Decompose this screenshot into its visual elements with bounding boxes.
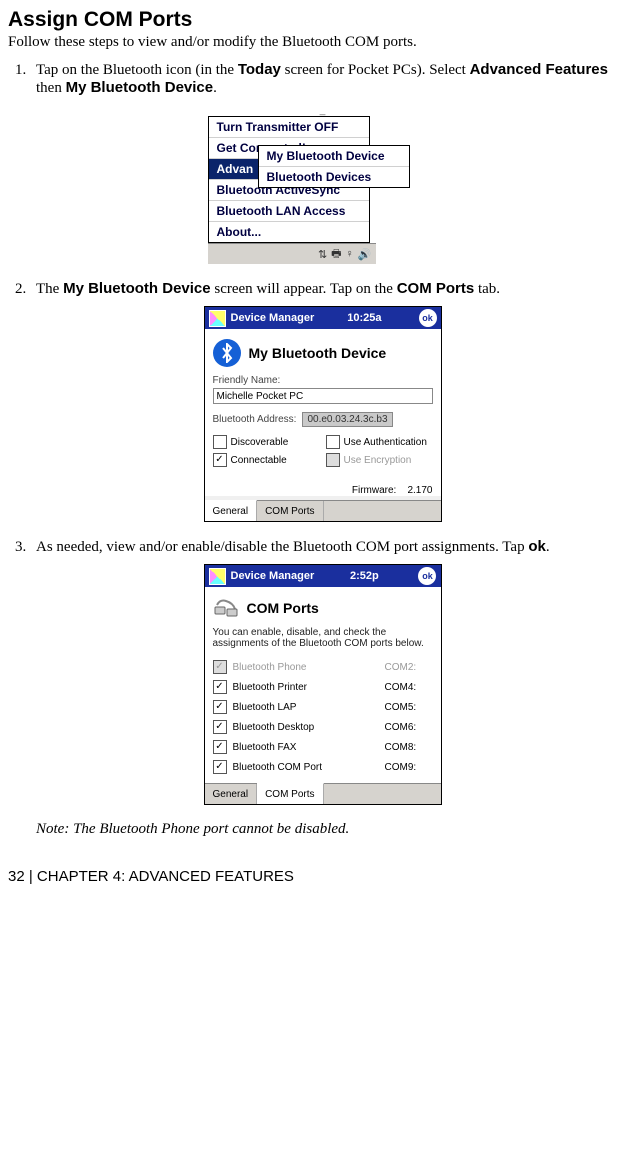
submenu-bt-devices[interactable]: Bluetooth Devices	[259, 167, 409, 187]
window-title: Device Manager	[231, 312, 315, 324]
step1-frag: screen for Pocket PCs). Select	[281, 62, 470, 78]
serial-port-icon	[213, 597, 239, 619]
com-port-checkbox[interactable]: ✓	[213, 760, 227, 774]
step2-frag: screen will appear. Tap on the	[211, 281, 397, 297]
start-icon[interactable]	[209, 310, 226, 327]
com-port-row: ✓ Bluetooth LAP COM5:	[213, 697, 433, 717]
step-3: As needed, view and/or enable/disable th…	[30, 538, 609, 805]
connectable-checkbox[interactable]: ✓	[213, 453, 227, 467]
use-auth-label: Use Authentication	[344, 437, 427, 448]
step1-advanced: Advanced Features	[470, 61, 608, 78]
panel-description: You can enable, disable, and check the a…	[213, 627, 433, 649]
ok-button[interactable]: ok	[419, 309, 437, 327]
bluetooth-icon	[213, 339, 241, 367]
tray-icon: ♀	[346, 248, 354, 260]
menu-item-lan-access[interactable]: Bluetooth LAN Access	[209, 201, 369, 222]
fig2-device-manager: Device Manager 10:25a ok My Bluetooth De…	[204, 306, 442, 522]
com-port-value: COM5:	[385, 702, 433, 713]
intro-text: Follow these steps to view and/or modify…	[8, 34, 609, 51]
com-port-checkbox[interactable]: ✓	[213, 680, 227, 694]
panel-header: My Bluetooth Device	[249, 345, 387, 361]
com-port-label: Bluetooth Desktop	[233, 722, 379, 733]
com-port-checkbox[interactable]: ✓	[213, 740, 227, 754]
connectable-label: Connectable	[231, 455, 287, 466]
clock: 10:25a	[347, 312, 381, 324]
step1-today: Today	[238, 61, 281, 78]
window-title: Device Manager	[231, 570, 315, 582]
page-footer: 32 | CHAPTER 4: ADVANCED FEATURES	[8, 868, 609, 885]
note-text: Note: The Bluetooth Phone port cannot be…	[36, 821, 609, 838]
com-port-value: COM2:	[385, 662, 433, 673]
submenu-my-bt-device[interactable]: My Bluetooth Device	[259, 146, 409, 167]
step2-mybtdev: My Bluetooth Device	[63, 280, 211, 297]
com-port-label: Bluetooth Phone	[233, 662, 379, 673]
bt-address-label: Bluetooth Address:	[213, 414, 297, 425]
step-2: The My Bluetooth Device screen will appe…	[30, 280, 609, 522]
ok-button[interactable]: ok	[418, 567, 436, 585]
com-port-list: ✓ Bluetooth Phone COM2: ✓ Bluetooth Printer C…	[213, 657, 433, 777]
com-port-row: ✓ Bluetooth COM Port COM9:	[213, 757, 433, 777]
com-port-row: ✓ Bluetooth Printer COM4:	[213, 677, 433, 697]
step1-frag: Tap on the Bluetooth icon (in the	[36, 62, 238, 78]
com-port-checkbox[interactable]: ✓	[213, 700, 227, 714]
step1-frag: .	[213, 80, 217, 96]
com-port-value: COM4:	[385, 682, 433, 693]
tray-icon: ⇅	[318, 248, 327, 261]
step2-frag: tab.	[474, 281, 500, 297]
com-port-value: COM9:	[385, 762, 433, 773]
use-enc-label: Use Encryption	[344, 455, 412, 466]
menu-item-label: Advan	[217, 162, 254, 176]
menu-item-turn-off[interactable]: Turn Transmitter OFF	[209, 117, 369, 138]
use-auth-checkbox[interactable]	[326, 435, 340, 449]
tab-general[interactable]: General	[205, 500, 258, 521]
step1-frag: then	[36, 80, 66, 96]
step-1: Tap on the Bluetooth icon (in the Today …	[30, 61, 609, 264]
com-port-row: ✓ Bluetooth Phone COM2:	[213, 657, 433, 677]
com-port-label: Bluetooth Printer	[233, 682, 379, 693]
com-port-label: Bluetooth LAP	[233, 702, 379, 713]
tab-general[interactable]: General	[205, 784, 258, 804]
friendly-name-input[interactable]	[213, 388, 433, 404]
titlebar: Device Manager 10:25a ok	[205, 307, 441, 329]
step2-frag: The	[36, 281, 63, 297]
step3-frag: .	[546, 539, 550, 555]
page-title: Assign COM Ports	[8, 8, 609, 32]
tab-com-ports[interactable]: COM Ports	[257, 501, 323, 521]
step3-frag: As needed, view and/or enable/disable th…	[36, 539, 528, 555]
use-enc-checkbox	[326, 453, 340, 467]
discoverable-label: Discoverable	[231, 437, 289, 448]
tray-icon: 🔊	[358, 248, 372, 261]
fig1-menu-screenshot: _ Turn Transmitter OFF Get Connected! Ad…	[198, 105, 448, 264]
panel-header: COM Ports	[247, 600, 319, 616]
taskbar: ⇅ 🖶 ♀ 🔊	[208, 243, 376, 264]
fig3-com-ports: Device Manager 2:52p ok COM Ports You ca…	[204, 564, 442, 805]
menu-item-about[interactable]: About...	[209, 222, 369, 242]
friendly-name-label: Friendly Name:	[213, 375, 433, 386]
com-port-row: ✓ Bluetooth FAX COM8:	[213, 737, 433, 757]
firmware-label: Firmware:	[352, 485, 396, 496]
com-port-value: COM6:	[385, 722, 433, 733]
clock: 2:52p	[350, 570, 379, 582]
submenu: My Bluetooth Device Bluetooth Devices	[258, 145, 410, 188]
com-port-value: COM8:	[385, 742, 433, 753]
step3-ok: ok	[528, 538, 546, 555]
bt-address-value: 00.e0.03.24.3c.b3	[302, 412, 392, 427]
tab-com-ports[interactable]: COM Ports	[257, 783, 323, 804]
com-port-label: Bluetooth COM Port	[233, 762, 379, 773]
step1-mybtdev: My Bluetooth Device	[66, 79, 214, 96]
firmware-value: 2.170	[407, 485, 432, 496]
discoverable-checkbox[interactable]	[213, 435, 227, 449]
start-icon[interactable]	[209, 568, 226, 585]
com-port-row: ✓ Bluetooth Desktop COM6:	[213, 717, 433, 737]
com-port-checkbox[interactable]: ✓	[213, 720, 227, 734]
com-port-checkbox: ✓	[213, 660, 227, 674]
titlebar: Device Manager 2:52p ok	[205, 565, 441, 587]
tray-icon: 🖶	[331, 245, 341, 264]
step2-comports: COM Ports	[397, 280, 475, 297]
com-port-label: Bluetooth FAX	[233, 742, 379, 753]
